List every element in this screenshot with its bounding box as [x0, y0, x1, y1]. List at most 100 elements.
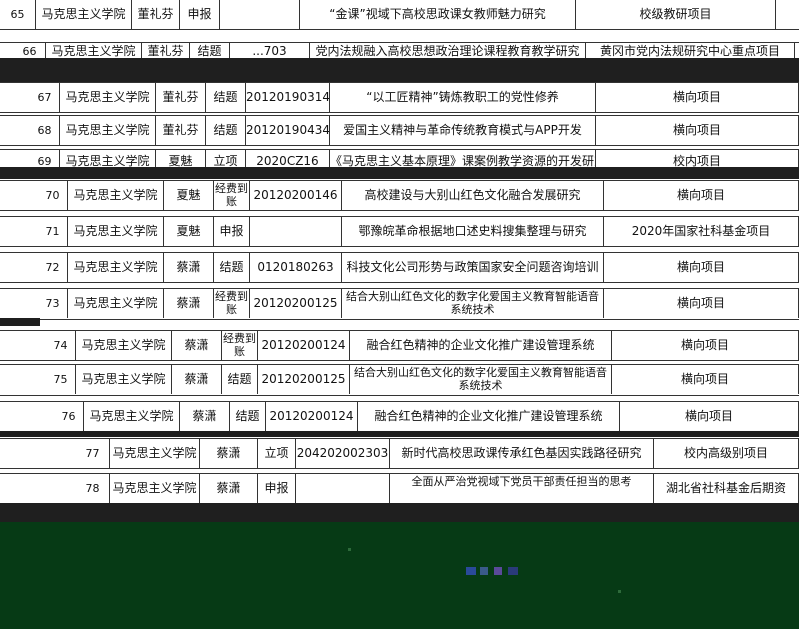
- name-cell: 蔡潇: [200, 439, 258, 468]
- status-cell: 申报: [180, 0, 220, 29]
- topic-cell: 结合大别山红色文化的数字化爱国主义教育智能语音系统技术: [342, 289, 604, 318]
- row-number: 69: [30, 150, 60, 168]
- code-cell: [296, 474, 390, 503]
- topic-cell: “以工匠精神”铸炼教职工的党性修养: [330, 83, 596, 112]
- college-cell: 马克思主义学院: [68, 181, 164, 210]
- row-number: 72: [38, 253, 68, 282]
- table-row: 76 马克思主义学院 蔡潇 结题 20120200124 融合红色精神的企业文化…: [0, 401, 799, 432]
- row-number: 71: [38, 217, 68, 246]
- table-row: 74 马克思主义学院 蔡潇 经费到账 20120200124 融合红色精神的企业…: [0, 330, 799, 361]
- code-cell: 204202002303: [296, 439, 390, 468]
- topic-cell: 全面从严治党视域下党员干部责任担当的思考: [390, 474, 654, 503]
- code-cell: [220, 0, 300, 29]
- status-cell: 立项: [258, 439, 296, 468]
- name-cell: 夏魅: [156, 150, 206, 168]
- code-cell: 20120200125: [258, 365, 350, 394]
- row-number: 78: [76, 474, 110, 503]
- college-cell: 马克思主义学院: [36, 0, 132, 29]
- row-number: 77: [76, 439, 110, 468]
- name-cell: 董礼芬: [156, 116, 206, 145]
- topic-cell: “金课”视域下高校思政课女教师魅力研究: [300, 0, 576, 29]
- table-row: 78 马克思主义学院 蔡潇 申报 全面从严治党视域下党员干部责任担当的思考 湖北…: [0, 473, 799, 505]
- status-cell: 结题: [206, 116, 246, 145]
- college-cell: 马克思主义学院: [60, 116, 156, 145]
- table-row: 71 马克思主义学院 夏魅 申报 鄂豫皖革命根据地口述史料搜集整理与研究 202…: [0, 216, 799, 247]
- type-cell: 横向项目: [596, 83, 799, 112]
- college-cell: 马克思主义学院: [76, 331, 172, 360]
- name-cell: 蔡潇: [164, 253, 214, 282]
- green-overlay: [0, 522, 799, 629]
- table-row: 72 马克思主义学院 蔡潇 结题 0120180263 科技文化公司形势与政策国…: [0, 252, 799, 283]
- college-cell: 马克思主义学院: [110, 439, 200, 468]
- name-cell: 蔡潇: [172, 365, 222, 394]
- dark-band: [0, 431, 799, 437]
- row-number: 74: [46, 331, 76, 360]
- name-cell: 董礼芬: [132, 0, 180, 29]
- table-row: 73 马克思主义学院 蔡潇 经费到账 20120200125 结合大别山红色文化…: [0, 288, 799, 320]
- code-cell: 20120200124: [258, 331, 350, 360]
- code-cell: 2020CZ16: [246, 150, 330, 168]
- status-cell: 结题: [214, 253, 250, 282]
- dark-band: [0, 503, 799, 522]
- name-cell: 董礼芬: [156, 83, 206, 112]
- type-cell: 横向项目: [612, 331, 799, 360]
- type-cell: 横向项目: [612, 365, 799, 394]
- type-cell: 横向项目: [604, 181, 799, 210]
- status-cell: 申报: [214, 217, 250, 246]
- row-number: 70: [38, 181, 68, 210]
- status-cell: 立项: [206, 150, 246, 168]
- name-cell: 蔡潇: [172, 331, 222, 360]
- dark-band: [0, 58, 799, 82]
- type-cell: 横向项目: [620, 402, 799, 431]
- status-cell: 结题: [230, 402, 266, 431]
- topic-cell: 新时代高校思政课传承红色基因实践路径研究: [390, 439, 654, 468]
- type-cell: 2020年国家社科基金项目: [604, 217, 799, 246]
- status-cell: 申报: [258, 474, 296, 503]
- status-cell: 结题: [222, 365, 258, 394]
- table-row: 67 马克思主义学院 董礼芬 结题 20120190314 “以工匠精神”铸炼教…: [0, 82, 799, 113]
- status-cell: 经费到账: [215, 181, 250, 210]
- row-number: 75: [46, 365, 76, 394]
- code-cell: 20120190314: [246, 83, 330, 112]
- artifact-dot: [348, 548, 351, 551]
- topic-cell: 爱国主义精神与革命传统教育模式与APP开发: [330, 116, 596, 145]
- college-cell: 马克思主义学院: [68, 253, 164, 282]
- college-cell: 马克思主义学院: [76, 365, 172, 394]
- college-cell: 马克思主义学院: [68, 289, 164, 318]
- code-cell: 20120200125: [250, 289, 342, 318]
- status-cell: 经费到账: [223, 331, 258, 360]
- code-cell: 20120190434: [246, 116, 330, 145]
- college-cell: 马克思主义学院: [60, 150, 156, 168]
- type-cell: 横向项目: [596, 116, 799, 145]
- table-row: 69 马克思主义学院 夏魅 立项 2020CZ16 《马克思主义基本原理》课案例…: [0, 149, 799, 169]
- code-cell: [250, 217, 342, 246]
- name-cell: 夏魅: [164, 217, 214, 246]
- topic-cell: 融合红色精神的企业文化推广建设管理系统: [358, 402, 620, 431]
- artifact-dot: [618, 590, 621, 593]
- row-number: 65: [0, 0, 36, 29]
- row-number: 67: [30, 83, 60, 112]
- type-cell: 湖北省社科基金后期资: [654, 474, 799, 503]
- dark-band: [0, 167, 799, 179]
- table-row: 68 马克思主义学院 董礼芬 结题 20120190434 爱国主义精神与革命传…: [0, 115, 799, 146]
- table-row: 77 马克思主义学院 蔡潇 立项 204202002303 新时代高校思政课传承…: [0, 438, 799, 469]
- college-cell: 马克思主义学院: [110, 474, 200, 503]
- name-cell: 蔡潇: [200, 474, 258, 503]
- name-cell: 蔡潇: [180, 402, 230, 431]
- code-cell: 0120180263: [250, 253, 342, 282]
- topic-cell: 融合红色精神的企业文化推广建设管理系统: [350, 331, 612, 360]
- status-cell: 经费到账: [215, 289, 250, 318]
- row-number: 68: [30, 116, 60, 145]
- color-artifact: [466, 567, 536, 575]
- topic-cell: 鄂豫皖革命根据地口述史料搜集整理与研究: [342, 217, 604, 246]
- college-cell: 马克思主义学院: [60, 83, 156, 112]
- status-cell: 结题: [206, 83, 246, 112]
- type-cell: 校内项目: [596, 150, 799, 168]
- table-row: 75 马克思主义学院 蔡潇 结题 20120200125 结合大别山红色文化的数…: [0, 364, 799, 396]
- college-cell: 马克思主义学院: [68, 217, 164, 246]
- type-cell: 校级教研项目: [576, 0, 776, 29]
- name-cell: 夏魅: [164, 181, 214, 210]
- code-cell: 20120200124: [266, 402, 358, 431]
- topic-cell: 科技文化公司形势与政策国家安全问题咨询培训: [342, 253, 604, 282]
- table-row: 65 马克思主义学院 董礼芬 申报 “金课”视域下高校思政课女教师魅力研究 校级…: [0, 0, 799, 30]
